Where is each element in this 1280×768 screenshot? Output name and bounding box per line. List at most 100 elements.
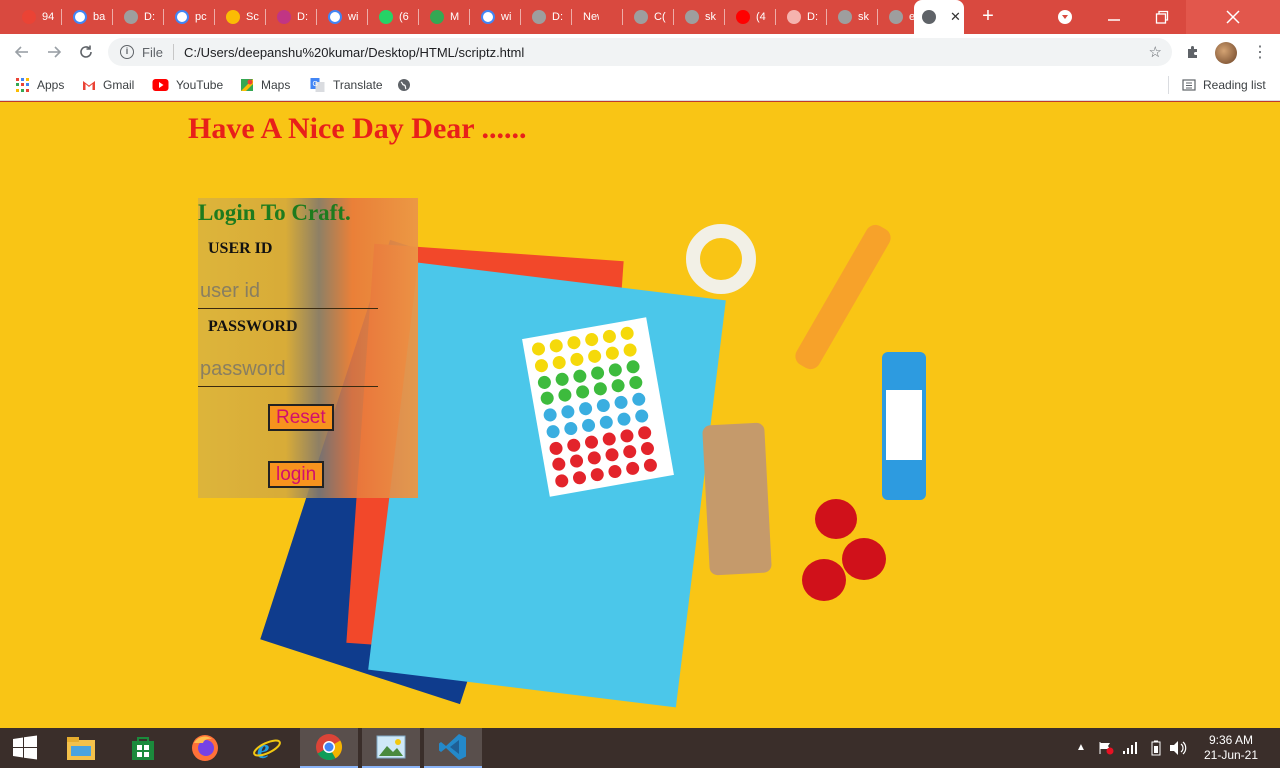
sticker-dot: [619, 325, 635, 341]
reload-icon: [80, 45, 92, 58]
login-title: Login To Craft.: [198, 200, 351, 225]
browser-tab[interactable]: wi: [320, 5, 364, 29]
sticker-dot: [578, 401, 594, 417]
url-text[interactable]: C:/Users/deepanshu%20kumar/Desktop/HTML/…: [184, 45, 524, 60]
tab-separator: [61, 9, 62, 25]
taskbar-store[interactable]: [114, 728, 172, 768]
user-id-input[interactable]: [198, 275, 378, 309]
browser-tab[interactable]: 94: [14, 5, 58, 29]
bookmark-maps[interactable]: Maps: [240, 76, 290, 94]
browser-tab[interactable]: ba: [65, 5, 109, 29]
tab-separator: [265, 9, 266, 25]
site-info-icon[interactable]: i: [120, 45, 134, 59]
drive-icon: [226, 10, 240, 24]
tab-title: sk: [705, 11, 716, 23]
globe-icon: [532, 10, 546, 24]
bookmark-apps[interactable]: Apps: [16, 76, 64, 94]
browser-tab[interactable]: (4: [728, 5, 772, 29]
browser-tab[interactable]: D:: [116, 5, 160, 29]
taskbar-photos[interactable]: [362, 728, 420, 768]
browser-tab[interactable]: pc: [167, 5, 211, 29]
browser-tab[interactable]: (6: [371, 5, 415, 29]
back-button[interactable]: [10, 40, 34, 64]
sticker-dot: [548, 338, 564, 354]
instagram-icon: [277, 10, 291, 24]
tab-search-icon[interactable]: [1058, 10, 1072, 24]
sticker-dot: [622, 342, 638, 358]
sticker-dot: [607, 464, 623, 480]
maps-icon: [430, 10, 444, 24]
windows-start-button[interactable]: [0, 728, 50, 768]
taskbar-internet-explorer[interactable]: e: [238, 728, 296, 768]
sticker-dot: [542, 407, 558, 423]
tab-title: C(: [654, 11, 666, 23]
profile-avatar[interactable]: [1215, 42, 1237, 64]
bookmark-label: Apps: [37, 78, 65, 92]
browser-tab[interactable]: C(: [626, 5, 670, 29]
tray-volume-icon[interactable]: [1169, 740, 1187, 759]
browser-tab[interactable]: sk: [830, 5, 874, 29]
globe-icon: [838, 10, 852, 24]
tab-title: New T: [583, 11, 599, 23]
close-tab-icon[interactable]: ✕: [950, 9, 961, 25]
reading-list-icon: [1182, 79, 1196, 91]
extensions-icon[interactable]: [1185, 44, 1201, 60]
reading-list-button[interactable]: Reading list: [1182, 76, 1266, 94]
bookmark-globe[interactable]: [397, 76, 418, 94]
tab-separator: [775, 9, 776, 25]
tab-separator: [520, 9, 521, 25]
taskbar-file-explorer[interactable]: [52, 728, 110, 768]
taskbar-clock[interactable]: 9:36 AM 21-Jun-21: [1196, 733, 1266, 763]
browser-tab[interactable]: D:: [779, 5, 823, 29]
signal-icon: [1123, 742, 1137, 754]
taskbar-firefox[interactable]: [176, 728, 234, 768]
bookmark-translate[interactable]: G Translate: [309, 76, 383, 94]
forward-button[interactable]: [42, 40, 66, 64]
gmail-icon: [83, 81, 95, 90]
active-browser-tab[interactable]: ✕: [914, 0, 964, 34]
svg-text:G: G: [313, 81, 318, 88]
google-icon: [175, 10, 189, 24]
address-bar[interactable]: i File C:/Users/deepanshu%20kumar/Deskto…: [108, 38, 1172, 66]
sticker-dot: [539, 390, 555, 407]
sticker-dot: [637, 424, 653, 440]
browser-tab[interactable]: D:: [269, 5, 313, 29]
tab-title: sk: [858, 11, 869, 23]
new-tab-button[interactable]: +: [978, 4, 998, 28]
browser-tab[interactable]: sk: [677, 5, 721, 29]
password-input[interactable]: [198, 353, 378, 387]
reload-button[interactable]: [74, 40, 98, 64]
page-content: Have A Nice Day Dear ...... Login To Cra…: [0, 102, 1280, 728]
menu-kebab-icon[interactable]: ⋮: [1252, 42, 1268, 62]
minimize-button[interactable]: [1090, 0, 1138, 34]
tab-separator: [214, 9, 215, 25]
login-button[interactable]: login: [268, 461, 325, 488]
tray-flag-icon[interactable]: [1098, 741, 1114, 758]
glue-stick-label: [886, 390, 922, 460]
globe-icon: [685, 10, 699, 24]
taskbar-chrome[interactable]: [300, 728, 358, 768]
sticker-dot: [533, 357, 549, 373]
taskbar-vscode[interactable]: [424, 728, 482, 768]
browser-tab[interactable]: M: [422, 5, 466, 29]
browser-tab[interactable]: D:: [524, 5, 568, 29]
tray-network-icon[interactable]: [1122, 741, 1138, 758]
browser-tab[interactable]: wi: [473, 5, 517, 29]
tray-battery-icon[interactable]: [1150, 740, 1162, 759]
bookmark-star-icon[interactable]: ☆: [1149, 43, 1162, 61]
browser-tab[interactable]: Sc: [218, 5, 262, 29]
tab-separator: [469, 9, 470, 25]
globe-icon: [889, 10, 903, 24]
sticker-dot: [642, 457, 658, 474]
close-window-button[interactable]: [1186, 0, 1280, 34]
sticker-dot: [604, 447, 620, 463]
pompom: [842, 538, 886, 580]
user-id-label: USER ID: [208, 240, 273, 257]
bookmark-label: Maps: [261, 78, 291, 92]
tray-chevron-icon[interactable]: ▲: [1076, 742, 1086, 753]
browser-tab[interactable]: New T: [575, 5, 599, 29]
maximize-button[interactable]: [1138, 0, 1186, 34]
reset-button[interactable]: Reset: [268, 404, 334, 431]
bookmark-youtube[interactable]: YouTube: [152, 76, 223, 94]
bookmark-gmail[interactable]: Gmail: [82, 76, 134, 94]
